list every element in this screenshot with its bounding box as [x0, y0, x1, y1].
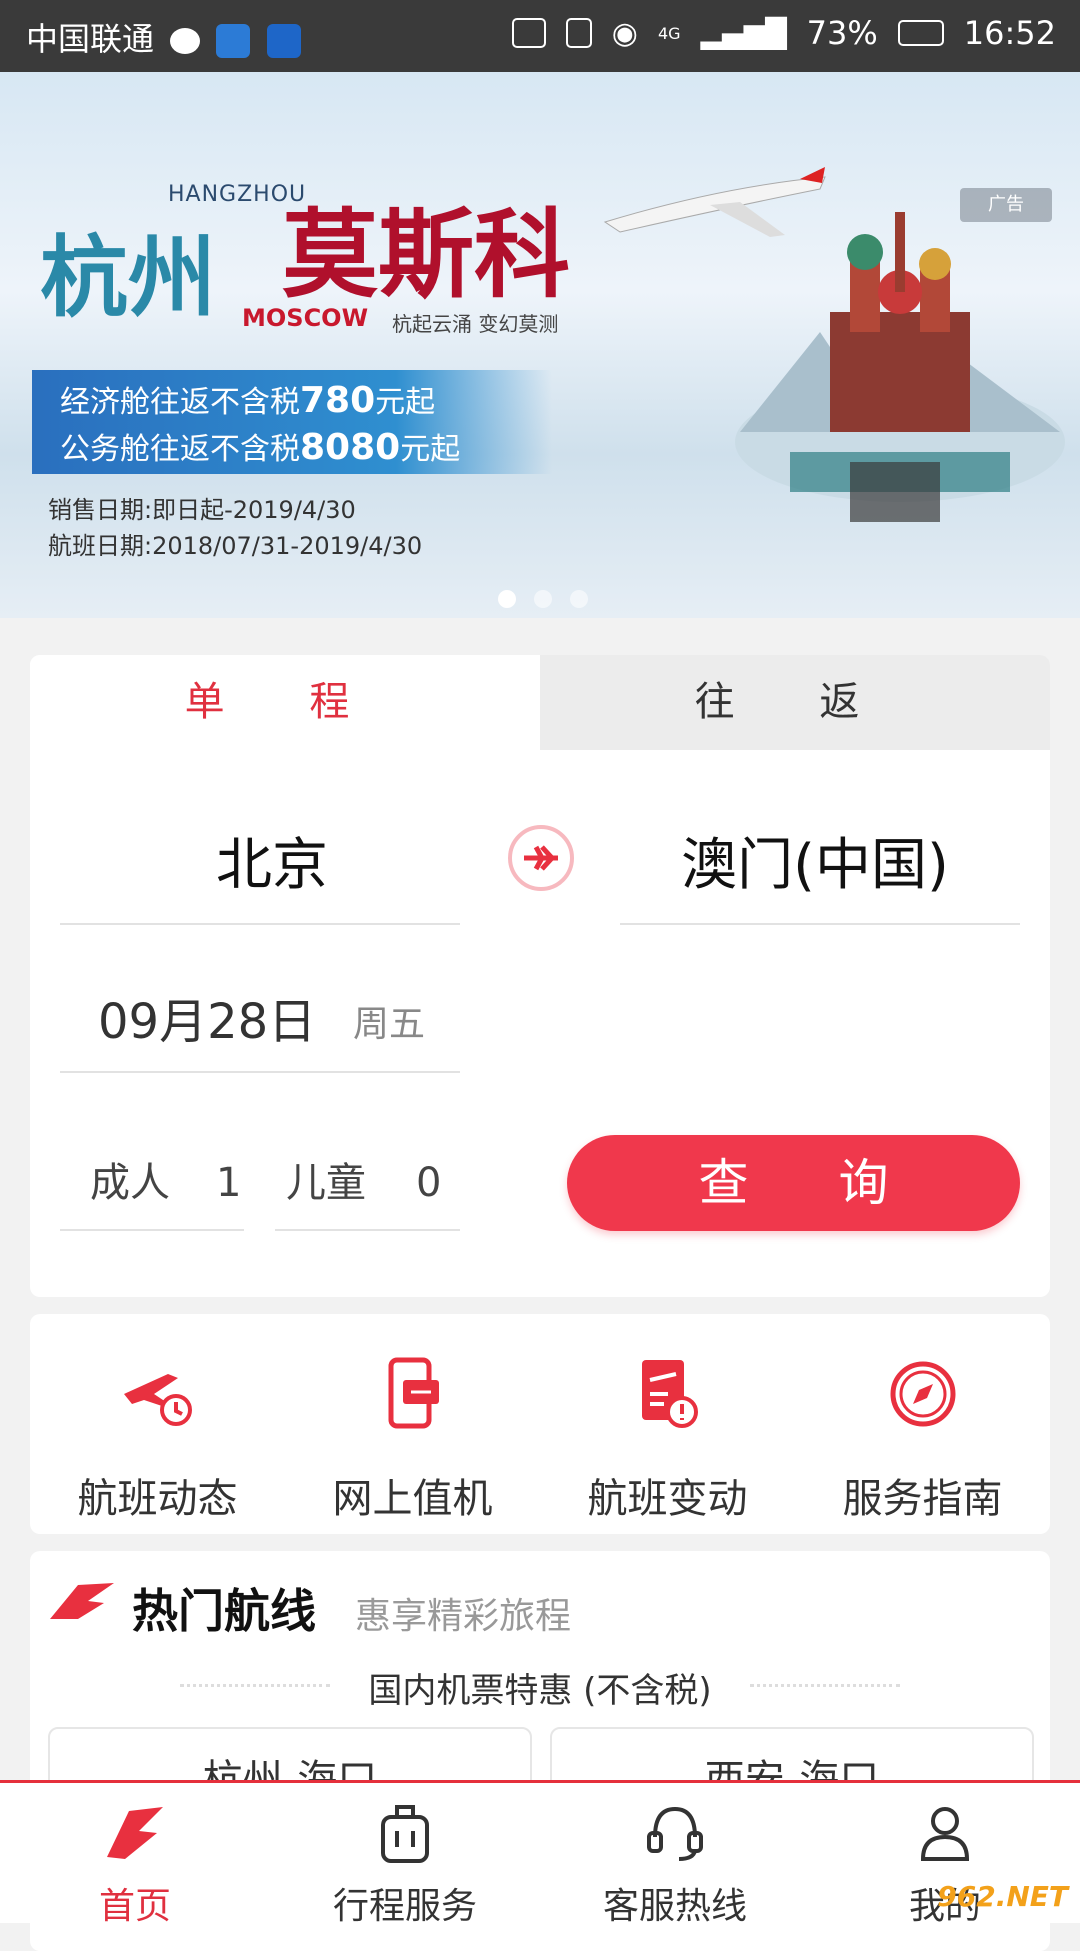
service-flight-change[interactable]: 航班变动: [540, 1354, 795, 1524]
carrier-label: 中国联通: [26, 14, 301, 60]
departure-date[interactable]: 09月28日: [98, 982, 316, 1052]
nav-label: 首页: [98, 1886, 171, 1927]
vibrate-icon: [565, 18, 592, 48]
compass-icon: [890, 1361, 955, 1427]
battery-percent: 73%: [806, 14, 878, 52]
nav-home[interactable]: 首页: [0, 1783, 270, 1927]
home-logo-icon: [107, 1807, 163, 1859]
network-label: 4G: [657, 23, 681, 43]
hot-routes-title: 热门航线: [132, 1584, 316, 1638]
carousel-dot[interactable]: [570, 590, 588, 608]
carousel-dot[interactable]: [534, 590, 552, 608]
nav-label: 行程服务: [332, 1886, 477, 1927]
divider: [60, 923, 460, 925]
watermark: 962.NET: [937, 1880, 1068, 1913]
banner-from-cn: 杭州: [40, 225, 217, 329]
ad-badge: 广告: [960, 188, 1052, 222]
hot-routes-subtitle: 惠享精彩旅程: [355, 1596, 572, 1637]
wechat-icon: [170, 28, 201, 54]
divider: [750, 1684, 900, 1687]
adult-passenger[interactable]: 成人 1: [90, 1150, 241, 1208]
promo-banner[interactable]: 广告 HANGZHOU 杭州 莫斯科 MOSCOW 杭起云涌 变幻莫测 经济舱往…: [0, 72, 1080, 618]
banner-to-en: MOSCOW: [242, 304, 369, 332]
tab-one-way[interactable]: 单 程: [30, 655, 540, 750]
status-bar: 中国联通 ◉ 4G ▂▄▆█ 73% 16:52: [0, 0, 1080, 72]
tab-round-trip[interactable]: 往 返: [540, 655, 1050, 750]
headset-icon: [647, 1806, 703, 1861]
app-notification-icon: [216, 24, 251, 58]
economy-price: 经济舱往返不含税780元起: [60, 380, 436, 421]
service-flight-status[interactable]: 航班动态: [30, 1354, 285, 1524]
clock: 16:52: [963, 14, 1056, 52]
carousel-indicator: [498, 590, 588, 608]
luggage-icon: [381, 1805, 429, 1863]
nav-trip-service[interactable]: 行程服务: [270, 1783, 540, 1927]
divider: [60, 1071, 460, 1073]
divider: [620, 923, 1020, 925]
business-price: 公务舱往返不含税8080元起: [60, 427, 461, 468]
services-panel: 航班动态 网上值机 航班变动 服务指南: [30, 1314, 1050, 1534]
service-guide[interactable]: 服务指南: [795, 1354, 1050, 1524]
service-label: 服务指南: [842, 1476, 1003, 1522]
online-checkin-icon: [388, 1357, 439, 1429]
sale-date: 销售日期:即日起-2019/4/30: [48, 496, 356, 524]
service-label: 航班变动: [587, 1476, 748, 1522]
domestic-deals-title: 国内机票特惠 (不含税): [368, 1671, 712, 1711]
nav-hotline[interactable]: 客服热线: [540, 1783, 810, 1927]
eye-icon: ◉: [611, 15, 638, 51]
booking-card: 单 程 往 返 北京 澳门(中国) 09月28日 周五 成人 1 儿童 0 查询: [30, 655, 1050, 1297]
status-right: ◉ 4G ▂▄▆█ 73% 16:52: [511, 14, 1056, 52]
flight-date: 航班日期:2018/07/31-2019/4/30: [48, 532, 423, 560]
service-label: 航班动态: [77, 1476, 238, 1522]
service-online-checkin[interactable]: 网上值机: [285, 1354, 540, 1524]
flight-status-icon: [123, 1374, 192, 1426]
to-city[interactable]: 澳门(中国): [615, 820, 1015, 901]
carousel-dot[interactable]: [498, 590, 516, 608]
banner-to-cn: 莫斯科: [282, 198, 570, 311]
airplane-illustration: [603, 167, 826, 237]
user-icon: [920, 1807, 970, 1861]
divider: [275, 1229, 460, 1231]
banner-slogan: 杭起云涌 变幻莫测: [392, 312, 559, 336]
swap-cities-icon[interactable]: [508, 825, 574, 891]
service-label: 网上值机: [332, 1476, 493, 1522]
bottom-nav: 首页 行程服务 客服热线 我的 962.NET: [0, 1780, 1080, 1927]
app-notification-icon: [266, 24, 301, 58]
signal-icon: ▂▄▆█: [700, 16, 787, 50]
airline-logo-icon: [50, 1583, 114, 1619]
battery-icon: [897, 20, 944, 46]
from-city[interactable]: 北京: [72, 820, 472, 901]
nav-label: 客服热线: [602, 1886, 747, 1927]
flight-change-icon: [641, 1360, 698, 1428]
divider: [60, 1229, 244, 1231]
child-passenger[interactable]: 儿童 0: [286, 1150, 441, 1208]
nfc-icon: [511, 18, 546, 48]
search-button[interactable]: 查询: [567, 1135, 1020, 1231]
departure-weekday: 周五: [353, 1004, 426, 1045]
